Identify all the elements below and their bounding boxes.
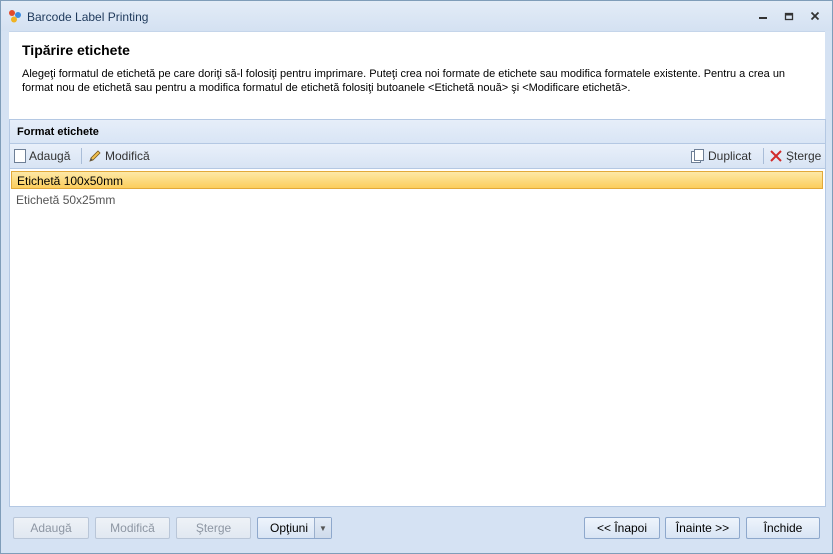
page-title: Tipărire etichete xyxy=(22,42,130,58)
toolbar-modify-label: Modifică xyxy=(105,149,150,163)
list-item[interactable]: Etichetă 100x50mm xyxy=(11,171,823,189)
close-icon xyxy=(810,11,820,21)
main-window: Barcode Label Printing Tipărire etichete… xyxy=(0,0,833,554)
wizard-header: Tipărire etichete Alegeţi formatul de et… xyxy=(9,31,825,120)
label-format-list: Etichetă 100x50mm Etichetă 50x25mm xyxy=(9,168,826,507)
dropdown-arrow-icon[interactable]: ▼ xyxy=(314,518,331,538)
maximize-button[interactable] xyxy=(778,7,800,25)
new-document-icon xyxy=(14,149,26,163)
close-button[interactable]: Închide xyxy=(746,517,820,539)
toolbar-modify-button[interactable]: Modifică xyxy=(88,148,150,164)
minimize-button[interactable] xyxy=(752,7,774,25)
title-bar: Barcode Label Printing xyxy=(1,1,832,31)
pencil-icon xyxy=(89,150,101,162)
list-toolbar: Adaugă Modifică Duplicat Şterge xyxy=(9,144,826,168)
options-button[interactable]: Opţiuni ▼ xyxy=(257,517,332,539)
footer-buttons: Adaugă Modifică Şterge Opţiuni ▼ << Înap… xyxy=(9,509,824,549)
window-title: Barcode Label Printing xyxy=(27,10,149,24)
toolbar-add-label: Adaugă xyxy=(29,149,71,163)
toolbar-delete-button[interactable]: Şterge xyxy=(769,148,821,164)
toolbar-duplicate-button[interactable]: Duplicat xyxy=(691,148,751,164)
toolbar-separator xyxy=(81,148,82,164)
page-description: Alegeţi formatul de etichetă pe care dor… xyxy=(22,68,786,94)
list-item-label: Etichetă 100x50mm xyxy=(17,174,124,188)
minimize-icon xyxy=(759,17,767,19)
list-item-label: Etichetă 50x25mm xyxy=(16,193,116,207)
app-icon xyxy=(9,10,21,23)
options-label: Opţiuni xyxy=(270,521,309,535)
copy-icon xyxy=(691,149,704,163)
toolbar-delete-label: Şterge xyxy=(786,149,822,163)
section-title: Format etichete xyxy=(17,126,99,138)
modify-button[interactable]: Modifică xyxy=(95,517,170,539)
restore-icon xyxy=(784,12,794,21)
delete-icon xyxy=(770,150,782,162)
list-item[interactable]: Etichetă 50x25mm xyxy=(11,191,823,209)
toolbar-add-button[interactable]: Adaugă xyxy=(14,148,70,164)
delete-button[interactable]: Şterge xyxy=(176,517,251,539)
next-button[interactable]: Înainte >> xyxy=(665,517,740,539)
back-button[interactable]: << Înapoi xyxy=(584,517,660,539)
add-button[interactable]: Adaugă xyxy=(13,517,89,539)
toolbar-separator xyxy=(763,148,764,164)
toolbar-duplicate-label: Duplicat xyxy=(708,149,752,163)
close-window-button[interactable] xyxy=(804,7,826,25)
section-header: Format etichete xyxy=(9,119,826,144)
